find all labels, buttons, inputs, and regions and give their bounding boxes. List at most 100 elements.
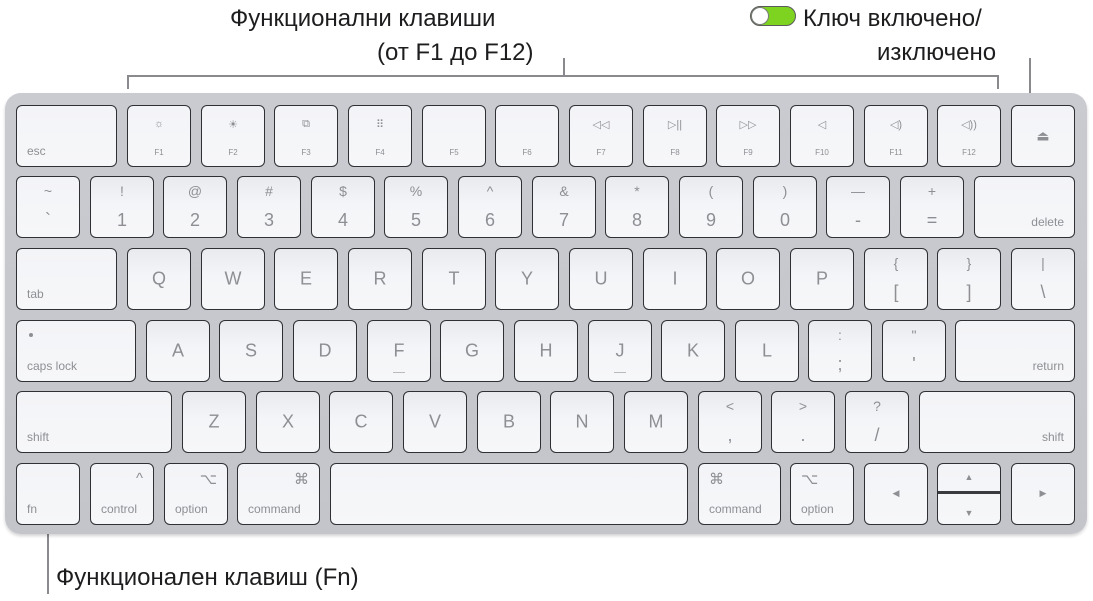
key-f10[interactable]: ◁ F10: [790, 105, 854, 167]
key-fn[interactable]: fn: [16, 463, 80, 525]
key-arrow-right[interactable]: ▶: [1011, 463, 1075, 525]
key-num-0[interactable]: ) 0: [753, 176, 817, 238]
key-shift-symbol: &: [559, 183, 569, 199]
key-g[interactable]: G: [440, 320, 504, 382]
key-punct-0[interactable]: :;: [808, 320, 872, 382]
key-punct-z-1[interactable]: >.: [771, 391, 835, 453]
key-num--[interactable]: — -: [826, 176, 890, 238]
key-symbol: /: [874, 425, 880, 445]
key-esc[interactable]: esc: [16, 105, 117, 167]
key-shift-symbol: >: [798, 398, 808, 414]
key-e[interactable]: E: [274, 248, 338, 310]
key-label: F3: [301, 148, 311, 157]
key-r[interactable]: R: [348, 248, 412, 310]
key-option-left[interactable]: ⌥ option: [164, 463, 228, 525]
key-l[interactable]: L: [735, 320, 799, 382]
key-m[interactable]: M: [624, 391, 688, 453]
play-pause-icon: ▷||: [667, 119, 683, 131]
key-f2[interactable]: ☀ F2: [201, 105, 265, 167]
key-s[interactable]: S: [219, 320, 283, 382]
key-arrow-left[interactable]: ◀: [864, 463, 928, 525]
key-k[interactable]: K: [661, 320, 725, 382]
key-letter: P: [815, 268, 828, 289]
key-shift-right[interactable]: shift: [919, 391, 1075, 453]
key-arrow-up-down[interactable]: ▲ ▼: [937, 463, 1001, 525]
key-b[interactable]: B: [477, 391, 541, 453]
key-letter: I: [672, 268, 678, 289]
key-shift-symbol: |: [1041, 255, 1045, 271]
key-f9[interactable]: ▷▷ F9: [716, 105, 780, 167]
key-o[interactable]: O: [716, 248, 780, 310]
key-j[interactable]: J: [588, 320, 652, 382]
key-shift-symbol: ?: [873, 398, 881, 414]
key-num-9[interactable]: (9: [679, 176, 743, 238]
command-icon: ⌘: [294, 471, 309, 488]
key-num-2[interactable]: @2: [163, 176, 227, 238]
key-num-1[interactable]: ! 1: [90, 176, 154, 238]
key-command-right[interactable]: ⌘ command: [698, 463, 781, 525]
key-punct-z-2[interactable]: ? /: [845, 391, 909, 453]
key-f4[interactable]: ⠿ F4: [348, 105, 412, 167]
key-p[interactable]: P: [790, 248, 854, 310]
key-label: option: [175, 502, 208, 516]
caps-lock-indicator: [29, 333, 33, 337]
key-symbol: 2: [189, 210, 200, 230]
key-d[interactable]: D: [293, 320, 357, 382]
key-z[interactable]: Z: [182, 391, 246, 453]
key-caps-lock[interactable]: caps lock: [16, 320, 136, 382]
key-f11[interactable]: ◁) F11: [864, 105, 928, 167]
key-punct-1[interactable]: " ': [882, 320, 946, 382]
key-num-8[interactable]: * 8: [605, 176, 669, 238]
key-num-5[interactable]: % 5: [384, 176, 448, 238]
key-f7[interactable]: ◁◁ F7: [569, 105, 633, 167]
key-symbol: \: [1040, 282, 1046, 302]
key-space[interactable]: [330, 463, 688, 525]
key-punct-z-0[interactable]: <,: [698, 391, 762, 453]
key-f[interactable]: F: [367, 320, 431, 382]
key-shift-left[interactable]: shift: [16, 391, 172, 453]
key-eject[interactable]: ⏏: [1011, 105, 1075, 167]
key-num-4[interactable]: $4: [311, 176, 375, 238]
key-w[interactable]: W: [201, 248, 265, 310]
volume-up-icon: ◁)): [961, 119, 977, 131]
key-bracket-2[interactable]: | \: [1011, 248, 1075, 310]
key-y[interactable]: Y: [495, 248, 559, 310]
key-num-3[interactable]: #3: [237, 176, 301, 238]
key-q[interactable]: Q: [127, 248, 191, 310]
key-f1[interactable]: ☼ F1: [127, 105, 191, 167]
key-num-=[interactable]: + =: [900, 176, 964, 238]
key-symbol: 9: [705, 210, 716, 230]
key-letter: S: [244, 340, 257, 361]
key-x[interactable]: X: [256, 391, 320, 453]
key-num-6[interactable]: ^ 6: [458, 176, 522, 238]
key-num-7[interactable]: & 7: [532, 176, 596, 238]
key-control[interactable]: ^ control: [90, 463, 154, 525]
key-option-right[interactable]: ⌥ option: [790, 463, 854, 525]
key-letter: C: [354, 411, 368, 432]
key-t[interactable]: T: [422, 248, 486, 310]
key-delete[interactable]: delete: [974, 176, 1075, 238]
key-a[interactable]: A: [146, 320, 210, 382]
key-label: fn: [27, 502, 38, 516]
key-f8[interactable]: ▷|| F8: [643, 105, 707, 167]
key-tab[interactable]: tab: [16, 248, 117, 310]
key-f12[interactable]: ◁)) F12: [937, 105, 1001, 167]
key-return[interactable]: return: [955, 320, 1075, 382]
key-n[interactable]: N: [550, 391, 614, 453]
key-backtick[interactable]: ~ `: [16, 176, 80, 238]
key-h[interactable]: H: [514, 320, 578, 382]
function-keys-bracket: [127, 75, 999, 77]
key-command-left[interactable]: ⌘ command: [237, 463, 320, 525]
key-label: command: [709, 502, 762, 516]
key-bracket-1[interactable]: }]: [937, 248, 1001, 310]
key-bracket-0[interactable]: {[: [864, 248, 928, 310]
key-v[interactable]: V: [403, 391, 467, 453]
key-c[interactable]: C: [329, 391, 393, 453]
key-label: F10: [815, 148, 829, 157]
key-i[interactable]: I: [643, 248, 707, 310]
key-symbol: 5: [410, 210, 421, 230]
key-f5[interactable]: F5: [422, 105, 486, 167]
key-u[interactable]: U: [569, 248, 633, 310]
key-f3[interactable]: ⧉ F3: [274, 105, 338, 167]
key-f6[interactable]: F6: [495, 105, 559, 167]
